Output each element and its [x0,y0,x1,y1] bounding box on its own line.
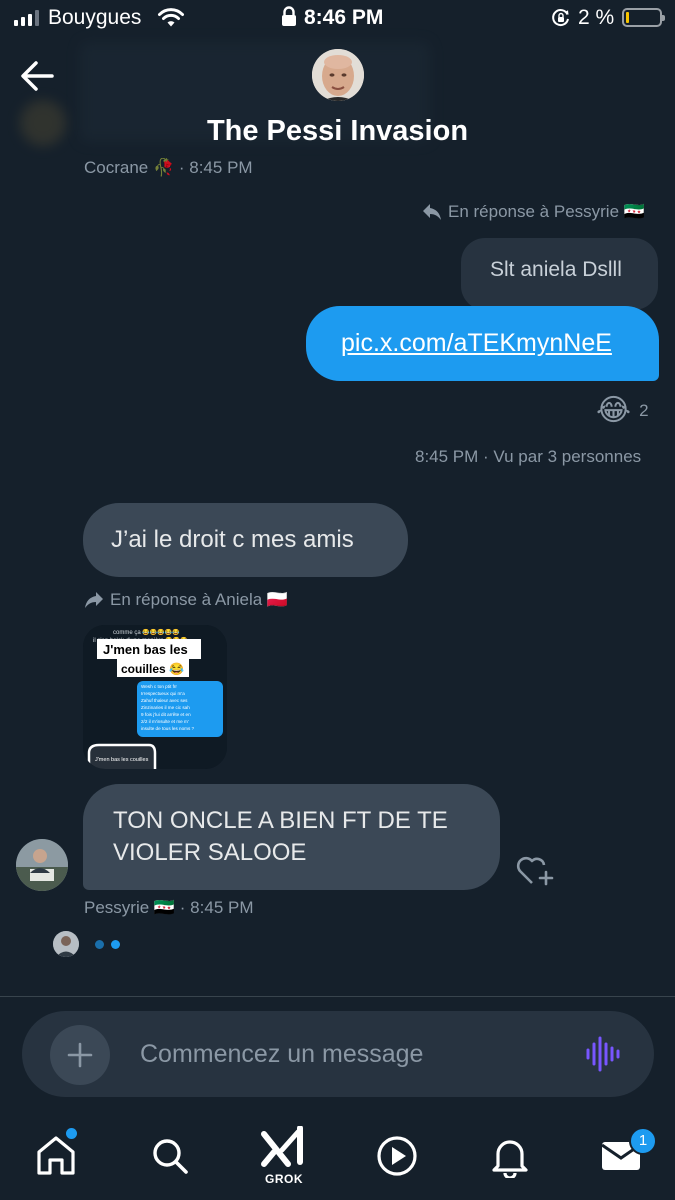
wifi-icon [158,8,184,27]
received-message-meta: Pessyrie 🇸🇾 · 8:45 PM [84,898,254,917]
battery-percent: 2 % [578,6,615,29]
previous-message-meta: Cocrane 🥀 · 8:45 PM [84,158,253,177]
reply-note: En réponse à Aniela 🇵🇱 [84,590,288,610]
image-text-line: comme ça 😂😂😂😂😂 [113,628,180,636]
reply-note: En réponse à Pessyrie 🇸🇾 [422,202,645,222]
sender-avatar[interactable] [16,839,68,891]
reaction-count: 2 [639,401,649,420]
carrier-name: Bouygues [48,6,142,29]
sent-message-meta: 8:45 PM · Vu par 3 personnes [415,447,642,466]
received-message[interactable]: TON ONCLE A BIEN FT DE TE VIOLER SALOOE [83,784,500,890]
messages-badge: 1 [629,1127,657,1155]
back-arrow-icon[interactable] [18,58,58,94]
image-text-line: 2/2 il m'insulte et me m' [141,719,189,724]
image-message[interactable]: comme ça 😂😂😂😂😂 il s'en balek d'une maniè… [83,625,227,769]
cell-signal-icon [14,10,39,26]
image-text-line: insulte de tous les noms ? [141,726,195,731]
received-message[interactable]: J’ai le droit c mes amis [83,503,408,577]
quoted-message[interactable]: Slt aniela Dslll [461,238,658,310]
image-caption-2: couilles 😂 [121,662,184,676]
lock-icon [282,6,296,26]
reply-note-text: En réponse à Pessyrie 🇸🇾 [448,202,645,221]
status-bar: Bouygues 8:46 PM 2 % [0,0,675,36]
add-media-button[interactable] [50,1025,110,1085]
image-text-line: 9 fois j'lui dit arrête et en [141,712,191,717]
reaction-badge[interactable]: 😂 2 [596,396,649,426]
video-play-icon[interactable] [376,1135,418,1177]
divider [0,996,675,997]
status-time: 8:46 PM [304,6,384,29]
reply-arrow-icon [85,592,103,608]
typing-user-avatar [53,931,79,957]
grok-label: GROK [265,1172,303,1186]
home-notification-dot [66,1128,77,1139]
notifications-bell-icon[interactable] [490,1134,530,1178]
image-text-line: Wesh c ton ptit frr [141,684,177,689]
image-text-line: Zinzinaries il me cic sah [141,705,190,710]
heart-add-icon[interactable] [515,853,557,887]
voice-message-icon[interactable] [584,1034,622,1074]
rotation-lock-icon [552,9,569,26]
conversation-title[interactable]: The Pessi Invasion [0,115,675,148]
reply-note-text: En réponse à Aniela 🇵🇱 [110,590,289,609]
battery-icon [622,8,665,27]
message-input[interactable] [140,1034,560,1074]
typing-indicator [95,940,120,949]
image-text-line: J'men bas les couilles [95,757,149,763]
search-icon[interactable] [150,1136,190,1176]
image-caption-1: J'men bas les [103,642,188,657]
sent-message-link[interactable]: pic.x.com/aTEKmynNeE [306,306,659,381]
group-avatar[interactable] [312,49,364,101]
home-icon[interactable] [34,1133,78,1177]
reply-arrow-icon [423,204,441,220]
image-text-line: Zahuf thaleur avec ses [141,698,188,703]
plus-icon [67,1042,93,1068]
image-text-line: Irrespectueux qui m'a [141,691,185,696]
laughing-emoji-icon: 😂 [596,394,632,427]
